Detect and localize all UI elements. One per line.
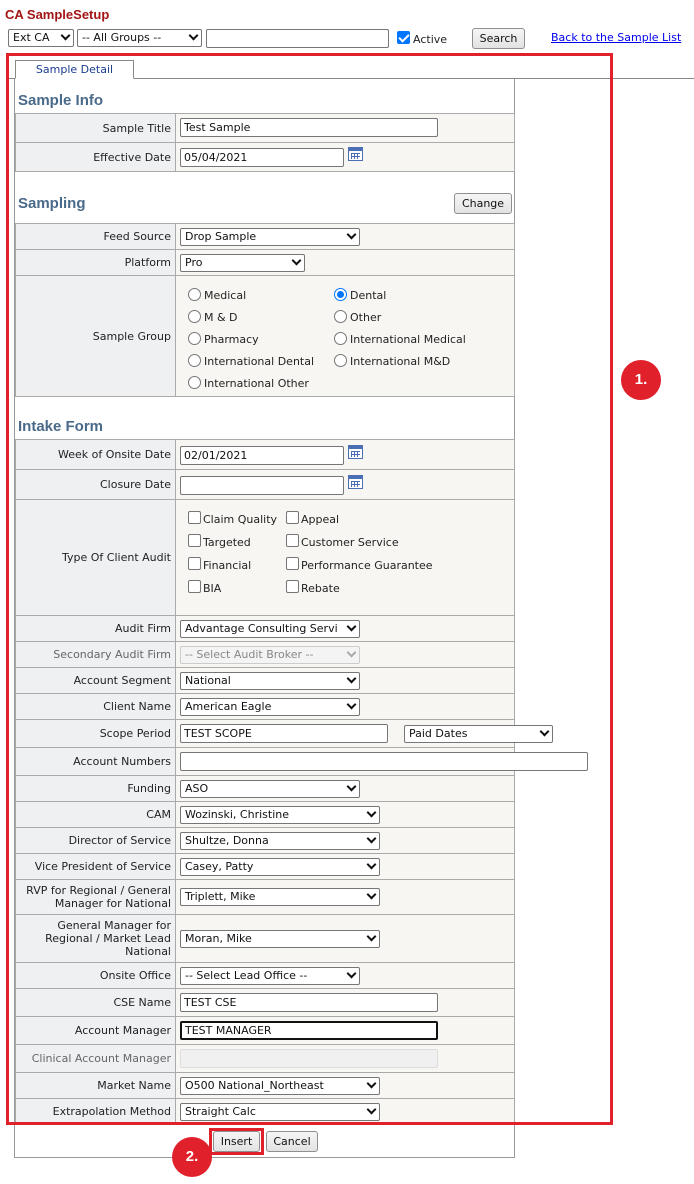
callout-badge-2: 2. — [172, 1137, 212, 1177]
chevron-down-icon — [188, 30, 199, 41]
back-to-sample-list-link[interactable]: Back to the Sample List — [551, 31, 681, 44]
groups-select-value: -- All Groups -- — [82, 31, 162, 44]
groups-select[interactable]: -- All Groups -- — [77, 29, 202, 47]
cancel-button[interactable]: Cancel — [266, 1131, 318, 1152]
callout-frame-1 — [6, 53, 613, 1125]
search-button[interactable]: Search — [472, 28, 525, 49]
ext-select[interactable]: Ext CA — [8, 29, 74, 47]
ext-select-value: Ext CA — [13, 31, 50, 44]
active-checkbox[interactable] — [397, 31, 410, 44]
active-label: Active — [413, 33, 448, 46]
callout-badge-1: 1. — [621, 360, 661, 400]
app-title: CA SampleSetup — [5, 7, 110, 22]
search-input[interactable] — [206, 29, 389, 48]
chevron-down-icon — [60, 30, 71, 41]
callout-frame-2 — [209, 1128, 264, 1155]
